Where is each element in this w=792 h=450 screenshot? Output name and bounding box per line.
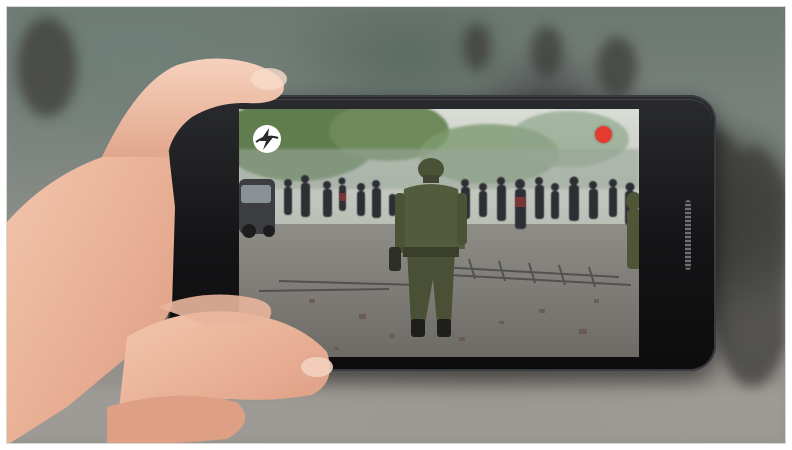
phone-screen [239, 109, 639, 357]
photo-frame [6, 6, 786, 444]
parked-car [239, 179, 275, 238]
lightning-logo-icon [253, 125, 281, 153]
speaker-grille [685, 200, 691, 270]
record-dot-icon [595, 126, 612, 143]
recorded-street-scene [239, 109, 639, 357]
smartphone [168, 95, 716, 371]
